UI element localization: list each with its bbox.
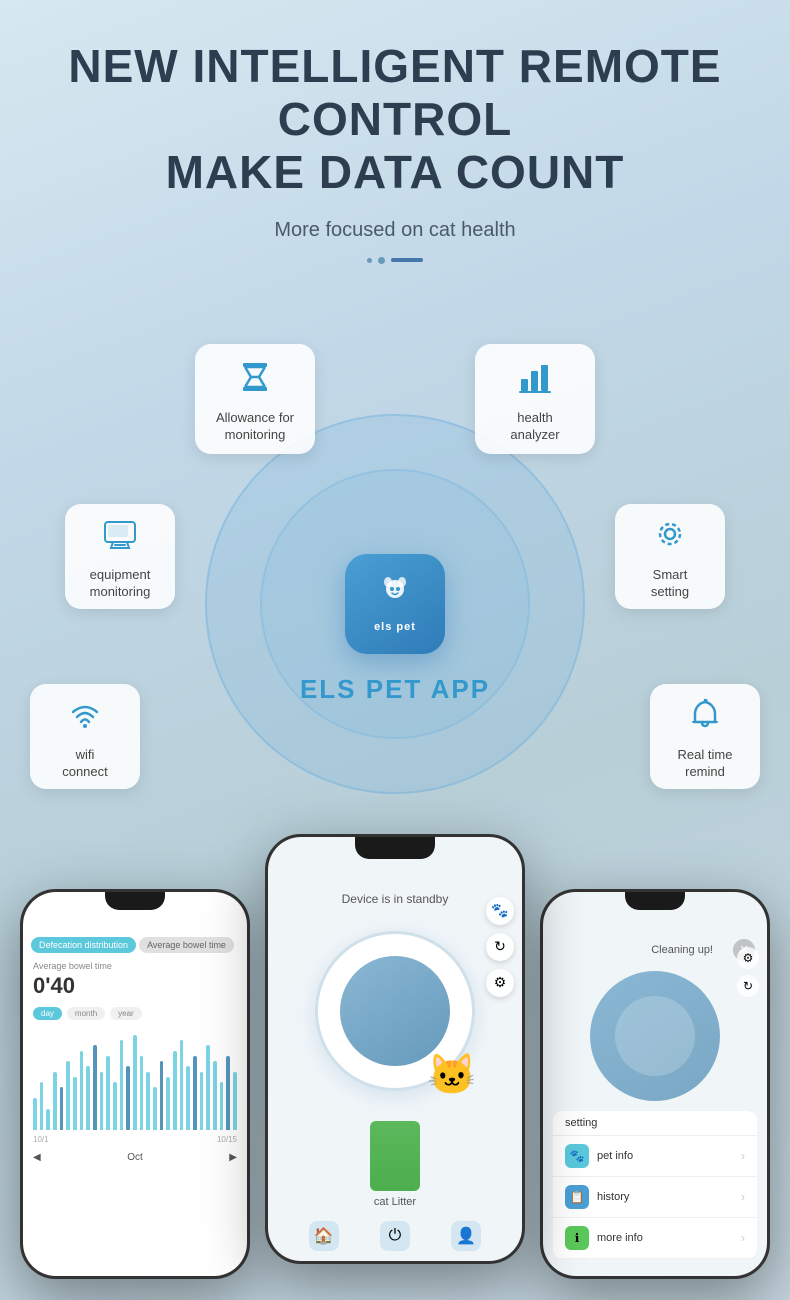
status-bar: Device is in standby bbox=[268, 887, 522, 911]
app-title: ELS PET APP bbox=[300, 674, 490, 705]
settings-icon-btn[interactable]: ⚙ bbox=[486, 969, 514, 997]
wifi-icon bbox=[65, 694, 105, 739]
left-phone-screen: Defecation distribution Average bowel ti… bbox=[23, 892, 247, 1276]
feature-card-allowance[interactable]: Allowance for monitoring bbox=[195, 344, 315, 454]
pet-logo-icon bbox=[377, 574, 413, 619]
remind-label: Real time remind bbox=[678, 747, 733, 781]
chart-footer: 10/1 10/15 bbox=[23, 1130, 247, 1144]
divider bbox=[30, 257, 760, 264]
setting-row-more[interactable]: ℹ more info › bbox=[553, 1218, 757, 1259]
monitor-icon bbox=[100, 514, 140, 559]
chart-tabs: Defecation distribution Average bowel ti… bbox=[31, 937, 239, 953]
history-label: history bbox=[597, 1191, 741, 1203]
cleaning-label: Cleaning up! bbox=[636, 939, 728, 961]
setting-title: setting bbox=[553, 1111, 757, 1136]
hourglass-icon bbox=[235, 357, 275, 402]
cleaning-circle bbox=[590, 971, 720, 1101]
standby-text: Device is in standby bbox=[342, 892, 449, 906]
allowance-label: Allowance for monitoring bbox=[216, 410, 294, 444]
cat-litter-bar bbox=[370, 1121, 420, 1191]
cat-decoration: 🐱 bbox=[427, 1051, 477, 1098]
bar-chart-icon bbox=[515, 357, 555, 402]
bottom-nav: 🏠 ⏻ 👤 bbox=[268, 1221, 522, 1251]
pet-info-label: pet info bbox=[597, 1150, 741, 1162]
filter-month[interactable]: month bbox=[67, 1007, 105, 1020]
device-circle: 🐱 bbox=[315, 931, 475, 1091]
nav-home-icon[interactable]: 🏠 bbox=[309, 1221, 339, 1251]
dot1 bbox=[367, 258, 372, 263]
more-icon: ℹ bbox=[565, 1226, 589, 1250]
month-nav: ◀ Oct ▶ bbox=[23, 1144, 247, 1168]
prev-month-icon[interactable]: ◀ bbox=[33, 1152, 41, 1163]
dash bbox=[391, 258, 423, 262]
subtitle: More focused on cat health bbox=[30, 219, 760, 242]
feature-card-equipment[interactable]: equipment monitoring bbox=[65, 504, 175, 609]
main-title: NEW INTELLIGENT REMOTE CONTROL MAKE DATA… bbox=[30, 40, 760, 199]
filter-day[interactable]: day bbox=[33, 1007, 62, 1020]
more-info-label: more info bbox=[597, 1232, 741, 1244]
feature-card-remind[interactable]: Real time remind bbox=[650, 684, 760, 789]
left-phone-notch bbox=[105, 892, 165, 910]
pet-icon: 🐾 bbox=[565, 1144, 589, 1168]
settings-panel: setting 🐾 pet info › 📋 history › ℹ more … bbox=[553, 1111, 757, 1259]
cat-litter-section: cat Litter bbox=[370, 1121, 420, 1208]
refresh-icon-btn[interactable]: ↻ bbox=[486, 933, 514, 961]
time-filters: day month year bbox=[23, 1007, 247, 1020]
app-name-label: els pet bbox=[374, 621, 416, 633]
chevron-icon-1: › bbox=[741, 1149, 745, 1163]
feature-card-health[interactable]: health analyzer bbox=[475, 344, 595, 454]
right-phone: Cleaning up! ✕ ⚙ ↻ setting 🐾 pet info bbox=[540, 889, 770, 1279]
filter-year[interactable]: year bbox=[110, 1007, 142, 1020]
center-phone: Device is in standby 🐾 ↻ ⚙ 🐱 cat Litter bbox=[265, 834, 525, 1264]
features-circle: els pet ELS PET APP Allowance for monito… bbox=[0, 314, 790, 894]
cat-icon-btn[interactable]: 🐾 bbox=[486, 897, 514, 925]
wifi-label: wifi connect bbox=[62, 747, 108, 781]
center-phone-notch bbox=[355, 837, 435, 859]
right-phone-screen: Cleaning up! ✕ ⚙ ↻ setting 🐾 pet info bbox=[543, 892, 767, 1276]
feature-card-smart[interactable]: Smart setting bbox=[615, 504, 725, 609]
bell-icon bbox=[685, 694, 725, 739]
time-label: Average bowel time bbox=[23, 961, 247, 971]
setting-row-pet[interactable]: 🐾 pet info › bbox=[553, 1136, 757, 1177]
equipment-label: equipment monitoring bbox=[90, 567, 151, 601]
next-month-icon[interactable]: ▶ bbox=[229, 1152, 237, 1163]
right-action-1[interactable]: ⚙ bbox=[737, 947, 759, 969]
page-content: NEW INTELLIGENT REMOTE CONTROL MAKE DATA… bbox=[0, 0, 790, 1254]
bar-chart bbox=[23, 1030, 247, 1130]
time-value: 0'40 bbox=[23, 973, 247, 999]
chevron-icon-2: › bbox=[741, 1190, 745, 1204]
gear-icon bbox=[650, 514, 690, 559]
cat-litter-label: cat Litter bbox=[374, 1196, 416, 1208]
center-phone-screen: Device is in standby 🐾 ↻ ⚙ 🐱 cat Litter bbox=[268, 837, 522, 1261]
left-phone: Defecation distribution Average bowel ti… bbox=[20, 889, 250, 1279]
tab-bowel[interactable]: Average bowel time bbox=[139, 937, 234, 953]
setting-row-history[interactable]: 📋 history › bbox=[553, 1177, 757, 1218]
tab-defecation[interactable]: Defecation distribution bbox=[31, 937, 136, 953]
phones-section: Defecation distribution Average bowel ti… bbox=[0, 834, 790, 1254]
app-center-icon[interactable]: els pet bbox=[345, 554, 445, 654]
right-phone-notch bbox=[625, 892, 685, 910]
month-label: Oct bbox=[127, 1152, 143, 1163]
chevron-icon-3: › bbox=[741, 1231, 745, 1245]
history-icon: 📋 bbox=[565, 1185, 589, 1209]
health-label: health analyzer bbox=[510, 410, 559, 444]
smart-label: Smart setting bbox=[651, 567, 689, 601]
feature-card-wifi[interactable]: wifi connect bbox=[30, 684, 140, 789]
right-action-2[interactable]: ↻ bbox=[737, 975, 759, 997]
header-section: NEW INTELLIGENT REMOTE CONTROL MAKE DATA… bbox=[0, 0, 790, 314]
dot2 bbox=[378, 257, 385, 264]
nav-person-icon[interactable]: 👤 bbox=[451, 1221, 481, 1251]
device-inner bbox=[340, 956, 450, 1066]
side-actions: 🐾 ↻ ⚙ bbox=[486, 897, 514, 997]
nav-power-icon[interactable]: ⏻ bbox=[380, 1221, 410, 1251]
